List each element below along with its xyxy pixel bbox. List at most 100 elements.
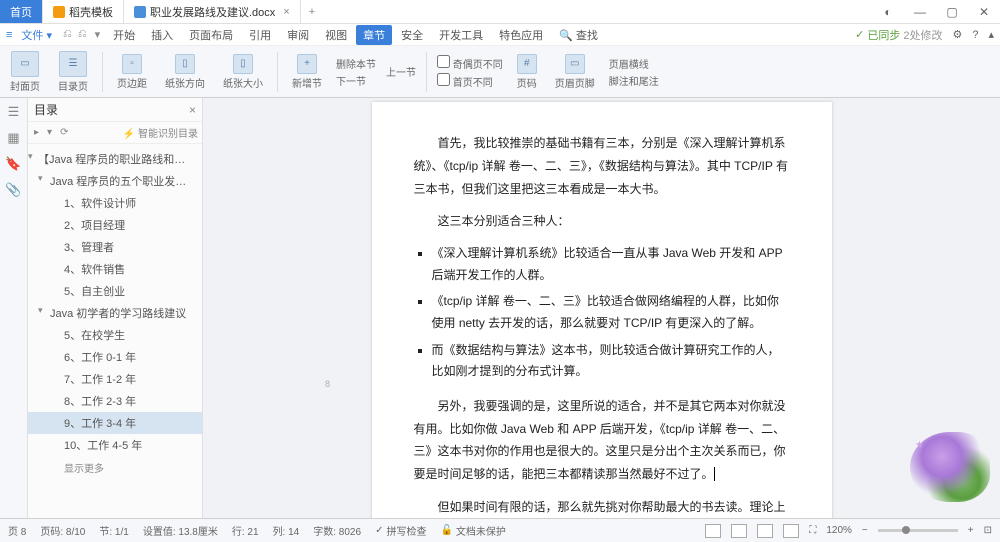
close-icon[interactable]: × — [283, 6, 289, 18]
outline-item[interactable]: 10、工作 4-5 年 — [28, 434, 202, 456]
zoom-in-button[interactable]: + — [968, 525, 974, 536]
ribbon-delsection[interactable]: 删除本节 — [336, 56, 376, 71]
menu-layout[interactable]: 页面布局 — [182, 25, 240, 45]
menu-find[interactable]: 🔍 查找 — [552, 25, 605, 45]
zoom-fit-icon[interactable]: ⊡ — [984, 525, 992, 536]
tab-document[interactable]: 职业发展路线及建议.docx× — [124, 0, 301, 23]
menu-more[interactable]: ▾ — [91, 28, 105, 41]
outline-item-label: Java 程序员的五个职业发展方向 — [50, 176, 202, 188]
sync-status[interactable]: ✓ 已同步 2处修改 — [855, 27, 942, 43]
menu-references[interactable]: 引用 — [242, 25, 278, 45]
user-icon[interactable]: ◐ — [872, 0, 904, 24]
outline-item-label: 【Java 程序员的职业路线和个人发展… — [38, 154, 202, 166]
menu-start[interactable]: 开始 — [106, 25, 142, 45]
outline-refresh-icon[interactable]: ⟳ — [58, 126, 70, 139]
outline-item[interactable]: 3、管理者 — [28, 236, 202, 258]
outline-item[interactable]: 6、工作 0-1 年 — [28, 346, 202, 368]
status-spellcheck[interactable]: ✓ 拼写检查 — [375, 523, 426, 538]
status-wordcount[interactable]: 字数: 8026 — [313, 523, 361, 538]
smart-toc[interactable]: ⚡ 智能识别目录 — [123, 125, 198, 140]
chk-firstpage[interactable]: 首页不同 — [437, 73, 503, 89]
outline-item[interactable]: 8、工作 2-3 年 — [28, 390, 202, 412]
menu-redo[interactable]: ⎌ — [76, 28, 89, 41]
ribbon-papersize[interactable]: ▯纸张大小 — [219, 52, 267, 92]
app-menu-icon[interactable]: ≡ — [6, 29, 12, 41]
outline-item-label: 7、工作 1-2 年 — [64, 374, 136, 386]
tab-template[interactable]: 稻壳模板 — [43, 0, 124, 23]
ribbon-orientation[interactable]: ▯纸张方向 — [161, 52, 209, 92]
zoom-out-button[interactable]: − — [862, 525, 868, 536]
view-read-button[interactable] — [731, 524, 747, 538]
bookmark-icon[interactable]: 🔖 — [6, 156, 22, 172]
outline-item[interactable]: 7、工作 1-2 年 — [28, 368, 202, 390]
fullscreen-icon[interactable]: ⛶ — [809, 525, 816, 536]
outline-toggle-icon[interactable]: ☰ — [6, 104, 22, 120]
add-tab-button[interactable]: + — [301, 6, 323, 18]
view-web-button[interactable] — [757, 524, 773, 538]
tab-home[interactable]: 首页 — [0, 0, 43, 23]
menu-special[interactable]: 特色应用 — [492, 25, 550, 45]
ribbon-headerfooter[interactable]: ▭页眉页脚 — [551, 52, 599, 92]
attach-icon[interactable]: 📎 — [6, 182, 22, 198]
outline-collapse-icon[interactable]: ▸ — [32, 126, 41, 139]
outline-item[interactable]: 9、工作 3-4 年 — [28, 412, 202, 434]
thumbnail-icon[interactable]: ▦ — [6, 130, 22, 146]
chk-oddeven[interactable]: 奇偶页不同 — [437, 55, 503, 71]
zoom-label[interactable]: 120% — [826, 525, 852, 536]
outline-item[interactable]: ▾ Java 初学者的学习路线建议 — [28, 302, 202, 324]
collapse-ribbon-icon[interactable]: ▴ — [988, 28, 994, 41]
document-page[interactable]: 首先，我比较推崇的基础书籍有三本，分别是《深入理解计算机系统》、《tcp/ip … — [372, 102, 832, 518]
outline-item[interactable]: 2、项目经理 — [28, 214, 202, 236]
view-print-button[interactable] — [705, 524, 721, 538]
outline-close-icon[interactable]: × — [189, 103, 196, 117]
menu-chapter[interactable]: 章节 — [356, 25, 392, 45]
ribbon-addsection[interactable]: +新增节 — [288, 52, 326, 92]
menu-review[interactable]: 审阅 — [280, 25, 316, 45]
outline-item-label: Java 初学者的学习路线建议 — [50, 308, 186, 320]
outline-item-label: 1、软件设计师 — [64, 198, 136, 210]
outline-item[interactable]: 1、软件设计师 — [28, 192, 202, 214]
ribbon-pagenum[interactable]: #页码 — [513, 52, 541, 92]
menu-insert[interactable]: 插入 — [144, 25, 180, 45]
status-pagecount[interactable]: 页码: 8/10 — [40, 523, 85, 538]
ribbon-nextsection[interactable]: 下一节 — [336, 73, 376, 88]
tree-toggle-icon[interactable]: ▾ — [38, 173, 43, 184]
document-viewport[interactable]: 8 首先，我比较推崇的基础书籍有三本，分别是《深入理解计算机系统》、《tcp/i… — [203, 98, 1000, 518]
outline-item-label: 4、软件销售 — [64, 264, 125, 276]
menu-security[interactable]: 安全 — [394, 25, 430, 45]
maximize-button[interactable]: ▢ — [936, 0, 968, 24]
ribbon-prevsection[interactable]: 上一节 — [386, 64, 416, 79]
tree-toggle-icon[interactable]: ▾ — [38, 305, 43, 316]
menu-view[interactable]: 视图 — [318, 25, 354, 45]
outline-item-label: 2、项目经理 — [64, 220, 125, 232]
help-icon[interactable]: ? — [972, 29, 978, 41]
view-outline-button[interactable] — [783, 524, 799, 538]
ribbon-headerline[interactable]: 页眉横线 — [609, 56, 659, 71]
page-marker: 8 — [323, 378, 332, 390]
outline-item[interactable]: ▾ 【Java 程序员的职业路线和个人发展… — [28, 148, 202, 170]
outline-item[interactable]: 5、自主创业 — [28, 280, 202, 302]
outline-show-more[interactable]: 显示更多 — [28, 456, 202, 479]
outline-item[interactable]: 4、软件销售 — [28, 258, 202, 280]
zoom-slider[interactable] — [878, 529, 958, 532]
minimize-button[interactable]: — — [904, 0, 936, 24]
assistant-mascot[interactable] — [910, 432, 990, 502]
status-page[interactable]: 页 8 — [8, 523, 26, 538]
outline-item[interactable]: ▾ Java 程序员的五个职业发展方向 — [28, 170, 202, 192]
close-button[interactable]: ✕ — [968, 0, 1000, 24]
status-protect[interactable]: 🔓 文档未保护 — [440, 523, 505, 538]
outline-item-label: 6、工作 0-1 年 — [64, 352, 136, 364]
outline-expand-icon[interactable]: ▾ — [45, 126, 54, 139]
menu-devtools[interactable]: 开发工具 — [432, 25, 490, 45]
zoom-thumb[interactable] — [902, 526, 910, 534]
ribbon-cover[interactable]: ▭封面页 — [6, 49, 44, 95]
outline-item[interactable]: 5、在校学生 — [28, 324, 202, 346]
settings-icon[interactable]: ⚙ — [952, 28, 962, 41]
menu-file[interactable]: 文件 ▾ — [14, 25, 59, 45]
ribbon-footnote[interactable]: 脚注和尾注 — [609, 73, 659, 88]
tree-toggle-icon[interactable]: ▾ — [28, 151, 33, 162]
status-section[interactable]: 节: 1/1 — [99, 523, 128, 538]
menu-undo[interactable]: ⎌ — [61, 28, 74, 41]
ribbon-toc[interactable]: ☰目录页 — [54, 49, 92, 95]
ribbon-margins[interactable]: ▫页边距 — [113, 52, 151, 92]
